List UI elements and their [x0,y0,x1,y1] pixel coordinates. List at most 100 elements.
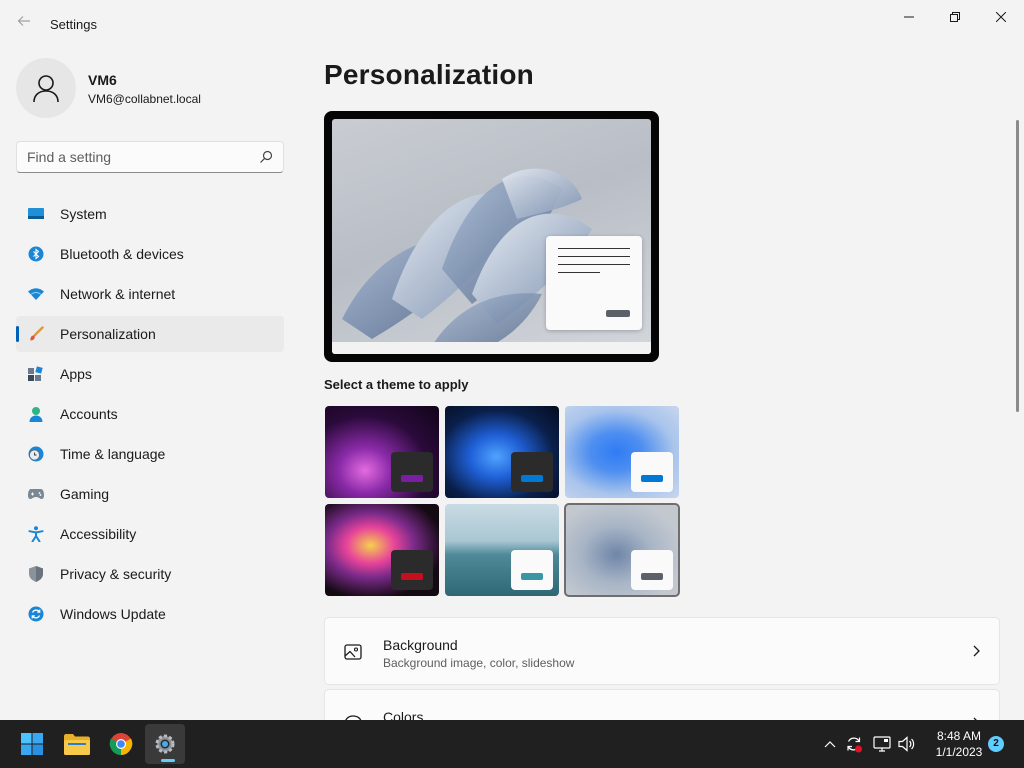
person-icon [33,75,59,103]
theme-window-preview [631,452,673,492]
search-icon[interactable] [259,150,273,164]
title-bar: Settings [0,0,1024,48]
minimize-button[interactable] [886,0,932,34]
start-icon [21,733,43,755]
accounts-icon [28,406,44,422]
background-setting-row[interactable]: Background Background image, color, slid… [324,617,1000,685]
clock-time: 8:48 AM [936,729,982,743]
gamepad-icon [28,486,44,502]
theme-window-preview [391,452,433,492]
active-app-indicator [161,759,175,762]
chevron-right-icon [973,645,980,657]
page-title: Personalization [324,59,534,90]
colors-setting-row[interactable]: Colors [324,689,1000,720]
preview-text-line [558,272,600,273]
theme-accent-bar [401,573,423,580]
start-button[interactable] [12,724,52,764]
avatar [16,58,76,118]
preview-accent-button [606,310,630,317]
theme-window-preview [511,550,553,590]
theme-accent-bar [641,475,663,482]
theme-section-label: Select a theme to apply [324,377,469,392]
search-box [16,141,284,173]
preview-desktop [332,119,651,354]
user-profile[interactable]: VM6 VM6@collabnet.local [16,58,286,118]
system-icon [28,206,44,222]
preview-taskbar [332,342,651,354]
vertical-scrollbar[interactable] [1016,120,1019,412]
maximize-button[interactable] [932,0,978,34]
preview-window [546,236,642,330]
app-title: Settings [50,17,97,32]
settings-taskbar-button[interactable] [145,724,185,764]
sidebar-item-label: Personalization [60,326,156,342]
settings-window: Settings VM6 VM6@collabnet.local System [0,0,1024,720]
minimize-icon [904,16,914,18]
restore-icon [950,12,960,22]
sidebar-item-apps[interactable]: Apps [16,356,284,392]
sidebar-item-privacy-security[interactable]: Privacy & security [16,556,284,592]
sidebar-item-gaming[interactable]: Gaming [16,476,284,512]
theme-tile-sunrise-selected[interactable] [564,503,680,597]
theme-preview [324,111,659,362]
theme-accent-bar [521,573,543,580]
theme-window-preview [631,550,673,590]
sidebar-item-bluetooth[interactable]: Bluetooth & devices [16,236,284,272]
sidebar-item-network[interactable]: Network & internet [16,276,284,312]
notification-badge[interactable]: 2 [988,736,1004,752]
taskbar-clock[interactable]: 8:48 AM 1/1/2023 [930,728,988,760]
theme-tile-flow[interactable] [445,504,559,596]
setting-title: Background [383,637,458,653]
chevron-up-icon [824,741,836,748]
show-hidden-icons-button[interactable] [820,734,840,754]
setting-subtitle: Background image, color, slideshow [383,656,575,670]
volume-icon [898,736,915,752]
wifi-icon [28,286,44,302]
chrome-button[interactable] [101,724,141,764]
file-explorer-icon [64,734,90,755]
volume-tray-button[interactable] [897,734,917,754]
bluetooth-icon [28,246,44,262]
sidebar-nav: System Bluetooth & devices Network & int… [16,196,284,636]
theme-tile-glow[interactable] [325,406,439,498]
sync-error-icon [847,737,862,753]
theme-tile-bloom-dark[interactable] [445,406,559,498]
sidebar-item-label: Accessibility [60,526,137,542]
sidebar-item-label: Windows Update [60,606,166,622]
back-button[interactable] [12,10,36,38]
close-button[interactable] [978,0,1024,34]
shield-icon [28,566,44,582]
sidebar-item-windows-update[interactable]: Windows Update [16,596,284,632]
theme-accent-bar [401,475,423,482]
sidebar-item-label: Privacy & security [60,566,172,582]
update-icon [28,606,44,622]
user-name: VM6 [88,72,117,88]
close-icon [996,12,1006,22]
theme-window-preview [391,550,433,590]
accessibility-icon [28,526,44,542]
theme-tile-captured-motion[interactable] [325,504,439,596]
network-icon [873,736,891,752]
sidebar-item-personalization[interactable]: Personalization [16,316,284,352]
sync-tray-button[interactable] [844,734,864,754]
theme-accent-bar [521,475,543,482]
sidebar-item-label: Time & language [60,446,166,462]
taskbar: 8:48 AM 1/1/2023 2 [0,720,1024,768]
brush-icon [28,326,44,342]
search-input[interactable] [17,142,253,172]
sidebar-item-accessibility[interactable]: Accessibility [16,516,284,552]
preview-text-line [558,248,630,249]
sidebar-item-label: Gaming [60,486,110,502]
file-explorer-button[interactable] [57,724,97,764]
theme-tile-bloom-light[interactable] [565,406,679,498]
sidebar-item-accounts[interactable]: Accounts [16,396,284,432]
sidebar-item-label: Apps [60,366,92,382]
apps-icon [28,366,44,382]
network-tray-button[interactable] [872,734,892,754]
sidebar-item-system[interactable]: System [16,196,284,232]
sidebar-item-label: Accounts [60,406,118,422]
chrome-icon [109,733,133,755]
sidebar-item-time-language[interactable]: Time & language [16,436,284,472]
user-email: VM6@collabnet.local [88,92,201,106]
preview-text-line [558,256,630,257]
